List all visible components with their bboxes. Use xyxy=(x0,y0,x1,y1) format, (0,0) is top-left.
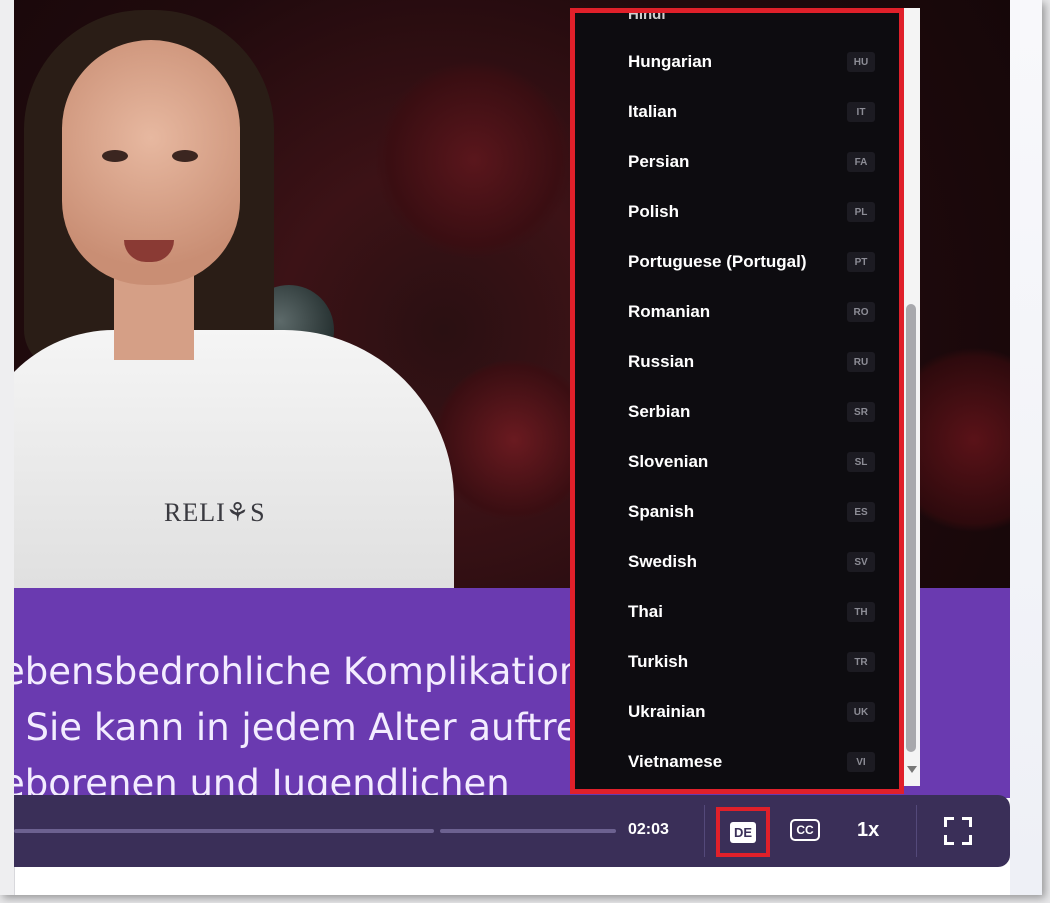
shirt-logo: RELI⚘S xyxy=(164,498,266,527)
language-button[interactable]: DE xyxy=(716,807,770,857)
caption-line: . Sie kann in jedem Alter auftreten, xyxy=(14,706,651,749)
menu-scrollbar[interactable] xyxy=(902,8,920,786)
time-display: 02:03 xyxy=(628,821,669,838)
presenter-mouth xyxy=(124,240,174,262)
progress-track[interactable] xyxy=(14,829,434,833)
presenter: RELI⚘S xyxy=(14,0,474,588)
scroll-down-arrow-icon[interactable] xyxy=(907,766,917,773)
language-code: DE xyxy=(729,821,757,843)
presenter-face xyxy=(62,40,240,285)
caption-line: eborenen und Jugendlichen xyxy=(14,762,510,798)
divider xyxy=(704,805,705,857)
captions-button[interactable]: CC xyxy=(790,819,820,841)
presenter-eye xyxy=(102,150,128,162)
fullscreen-icon[interactable] xyxy=(944,817,972,845)
divider xyxy=(916,805,917,857)
progress-track-end[interactable] xyxy=(440,829,616,833)
presenter-eye xyxy=(172,150,198,162)
left-edge xyxy=(0,0,15,895)
scrollbar-thumb[interactable] xyxy=(906,304,916,752)
video-player[interactable]: RELI⚘S ebensbedrohliche Komplikation . S… xyxy=(14,0,1010,880)
speed-button[interactable]: 1x xyxy=(857,819,879,842)
right-panel xyxy=(1010,0,1042,895)
control-bar: 02:03 DE CC 1x xyxy=(14,795,1010,867)
menu-highlight-frame xyxy=(570,8,904,794)
app-window: RELI⚘S ebensbedrohliche Komplikation . S… xyxy=(0,0,1042,895)
caption-line: ebensbedrohliche Komplikation xyxy=(14,650,583,693)
presenter-shirt xyxy=(14,330,454,588)
